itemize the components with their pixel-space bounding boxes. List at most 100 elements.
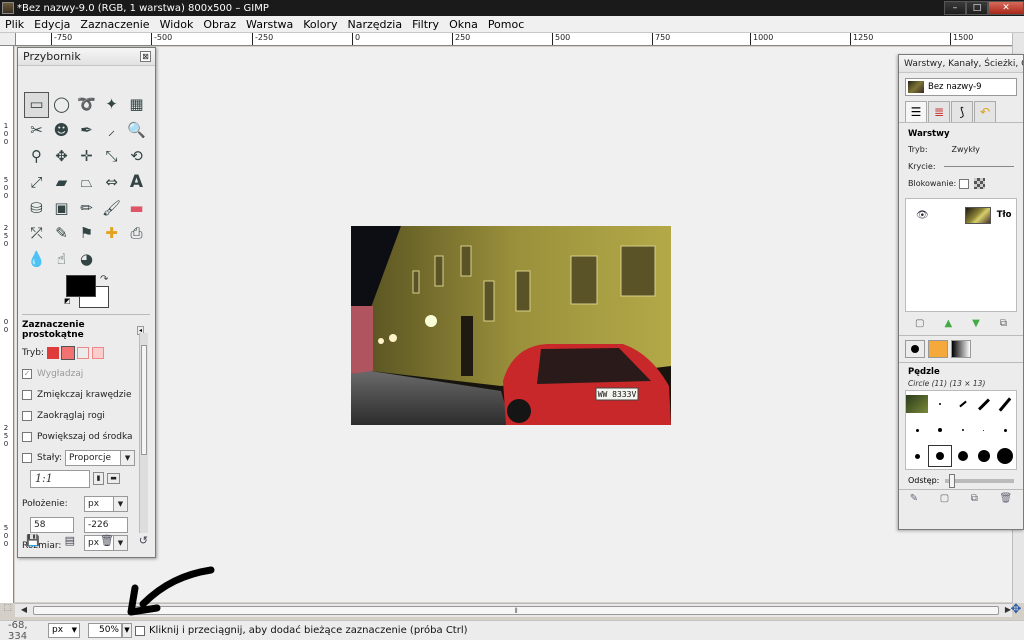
brush-dot[interactable] (957, 451, 968, 461)
layer-row[interactable]: 👁 Tło (906, 205, 1016, 225)
position-unit-select[interactable]: px ▼ (84, 495, 128, 512)
menu-okna[interactable]: Okna (444, 18, 483, 31)
maximize-button[interactable]: □ (966, 1, 988, 15)
clone-icon[interactable]: ⚑ (74, 221, 99, 247)
new-brush-icon[interactable]: ▢ (940, 493, 949, 504)
perspective-clone-icon[interactable]: ⎙ (124, 221, 149, 247)
toolbox-close-icon[interactable]: ⊠ (140, 51, 151, 62)
pencil-icon[interactable]: ✏ (74, 195, 99, 221)
new-layer-icon[interactable]: ▢ (915, 318, 924, 329)
restore-options-icon[interactable]: ▤ (65, 534, 75, 547)
swap-colors-icon[interactable]: ↷ (100, 274, 108, 285)
menu-narzedzia[interactable]: Narzędzia (342, 18, 407, 31)
menu-edycja[interactable]: Edycja (29, 18, 75, 31)
toolbox-titlebar[interactable]: Przybornik ⊠ (18, 48, 155, 66)
scrollbar-thumb[interactable] (141, 345, 147, 455)
brush-dot[interactable] (915, 428, 919, 432)
brush-dot[interactable] (914, 453, 920, 459)
status-checkbox[interactable] (135, 625, 145, 636)
foreground-select-icon[interactable]: ☻ (49, 118, 74, 144)
feather-checkbox[interactable] (22, 389, 32, 400)
tab-gradients[interactable] (951, 340, 971, 358)
measure-icon[interactable]: ⚲ (24, 144, 49, 170)
flip-icon[interactable]: ⇔ (99, 169, 124, 195)
fuzzy-select-icon[interactable]: ✦ (99, 92, 124, 118)
color-select-icon[interactable]: ▦ (124, 92, 149, 118)
lock-pixels-checkbox[interactable] (959, 178, 970, 189)
rect-select-icon[interactable]: ▭ (24, 92, 49, 118)
ruler-corner-button[interactable] (0, 33, 16, 46)
bucket-fill-icon[interactable]: ⛁ (24, 195, 49, 221)
dodge-burn-icon[interactable]: ◕ (74, 247, 99, 273)
scroll-left-icon[interactable]: ◀ (19, 605, 29, 616)
brush-dot-selected[interactable] (928, 445, 952, 467)
paths-icon[interactable]: ✒ (74, 118, 99, 144)
shear-icon[interactable]: ▰ (49, 169, 74, 195)
crop-icon[interactable]: ⤡ (99, 144, 124, 170)
free-select-icon[interactable]: ➰ (74, 92, 99, 118)
text-icon[interactable]: A (124, 169, 149, 195)
layers-titlebar[interactable]: Warstwy, Kanały, Ścieżki, Co (899, 55, 1023, 73)
unit-select[interactable]: px ▼ (48, 623, 80, 638)
align-icon[interactable]: ✛ (74, 144, 99, 170)
mode-add-icon[interactable] (60, 345, 75, 360)
brush-dot[interactable] (961, 429, 964, 431)
menu-widok[interactable]: Widok (155, 18, 199, 31)
brush-dot[interactable] (1003, 428, 1007, 432)
ellipse-select-icon[interactable]: ◯ (49, 92, 74, 118)
perspective-icon[interactable]: ⏢ (74, 169, 99, 195)
tab-paths[interactable]: ⟆ (951, 101, 973, 122)
zoom-input[interactable]: 50% (88, 623, 122, 638)
ink-icon[interactable]: ✎ (49, 221, 74, 247)
portrait-icon[interactable]: ▮ (93, 472, 104, 485)
brush-stroke[interactable] (999, 396, 1012, 412)
foreground-color-swatch-front[interactable] (66, 275, 96, 297)
default-colors-icon[interactable]: ◩ (64, 297, 72, 305)
close-button[interactable]: ✕ (988, 1, 1024, 15)
image-selector[interactable]: Bez nazwy-9 (905, 78, 1017, 96)
brush-stroke[interactable] (958, 400, 967, 408)
zoom-icon[interactable]: 🔍 (124, 118, 149, 144)
scale-icon[interactable]: ⤢ (24, 169, 49, 195)
layer-mode-select[interactable]: Zwykły (952, 145, 980, 154)
brush-thumbnail[interactable] (906, 395, 928, 413)
save-options-icon[interactable]: 💾 (26, 534, 40, 547)
color-picker-icon[interactable]: ⸝ (99, 118, 124, 144)
minimize-button[interactable]: – (944, 1, 966, 15)
spacing-slider[interactable] (945, 473, 1014, 488)
antialias-checkbox[interactable]: ✓ (22, 368, 32, 379)
brush-grid[interactable] (905, 390, 1017, 470)
visibility-eye-icon[interactable]: 👁 (916, 210, 929, 221)
rotate-icon[interactable]: ⟲ (124, 144, 149, 170)
eraser-icon[interactable]: ▬ (124, 195, 149, 221)
layer-list[interactable]: 👁 Tło (905, 198, 1017, 312)
fixed-checkbox[interactable] (22, 452, 32, 463)
navigate-icon[interactable]: ✥ (1008, 603, 1024, 617)
airbrush-icon[interactable]: ⤱ (24, 221, 49, 247)
lock-alpha-icon[interactable] (974, 178, 986, 189)
brush-dot[interactable] (938, 428, 942, 432)
mode-replace-icon[interactable] (46, 346, 59, 359)
landscape-icon[interactable]: ▬ (107, 473, 120, 484)
menu-filtry[interactable]: Filtry (407, 18, 444, 31)
menu-pomoc[interactable]: Pomoc (483, 18, 529, 31)
brush-dot[interactable] (939, 403, 941, 405)
menu-zaznaczenie[interactable]: Zaznaczenie (75, 18, 154, 31)
mode-subtract-icon[interactable] (76, 346, 89, 359)
brush-dot[interactable] (983, 429, 985, 431)
slider-handle[interactable] (949, 473, 956, 488)
delete-options-icon[interactable]: 🗑 (100, 534, 114, 547)
menu-warstwa[interactable]: Warstwa (241, 18, 298, 31)
scissors-icon[interactable]: ✂ (24, 118, 49, 144)
duplicate-layer-icon[interactable]: ⧉ (1000, 318, 1007, 329)
lower-layer-icon[interactable]: ▼ (972, 318, 980, 329)
smudge-icon[interactable]: ☝ (49, 247, 74, 273)
move-icon[interactable]: ✥ (49, 144, 74, 170)
paintbrush-icon[interactable]: 🖌 (99, 195, 124, 221)
horizontal-ruler[interactable]: -750 -500 -250 0 250 500 750 1000 1250 1… (16, 33, 1012, 46)
edit-brush-icon[interactable]: ✎ (910, 493, 918, 504)
delete-brush-icon[interactable]: 🗑 (1000, 493, 1013, 504)
tab-undo[interactable]: ↶ (974, 101, 996, 122)
mode-intersect-icon[interactable] (91, 346, 104, 359)
position-y-input[interactable]: -226 (84, 516, 128, 533)
